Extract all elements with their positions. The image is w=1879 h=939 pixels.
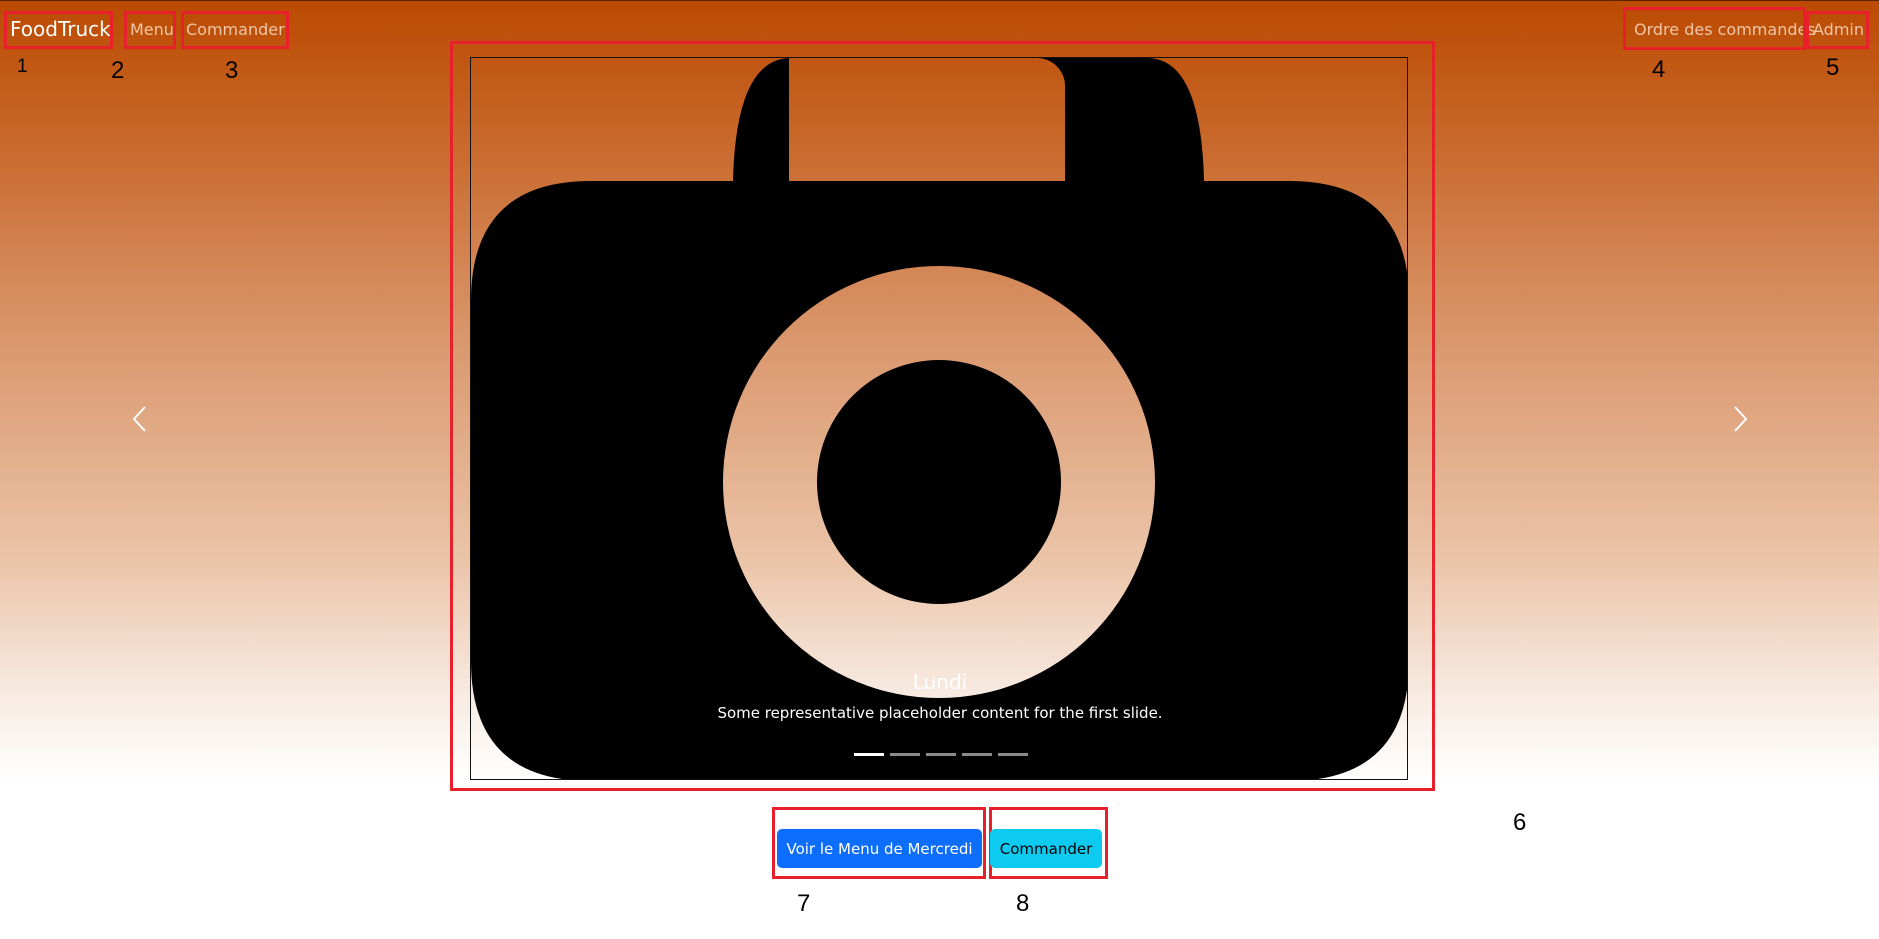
highlight-box-2 — [124, 11, 176, 49]
highlight-box-3 — [181, 11, 289, 49]
highlight-box-1 — [4, 11, 113, 49]
annotation-number: 5 — [1826, 54, 1840, 81]
commander-button[interactable]: Commander — [990, 829, 1102, 868]
chevron-left-icon[interactable] — [126, 404, 156, 434]
highlight-box-4 — [1623, 7, 1806, 50]
carousel-indicator[interactable] — [890, 753, 920, 756]
carousel-indicator[interactable] — [962, 753, 992, 756]
annotation-number: 6 — [1513, 809, 1527, 836]
carousel-indicators — [854, 753, 1028, 756]
carousel-indicator[interactable] — [854, 753, 884, 756]
carousel: Lundi Some representative placeholder co… — [470, 57, 1408, 780]
carousel-caption-text: Some representative placeholder content … — [717, 704, 1163, 722]
annotation-number: 7 — [797, 890, 811, 917]
highlight-box-5 — [1806, 11, 1869, 49]
annotation-number: 8 — [1016, 890, 1030, 917]
carousel-indicator[interactable] — [926, 753, 956, 756]
annotation-number: 1 — [17, 56, 28, 77]
chevron-right-icon[interactable] — [1724, 404, 1754, 434]
carousel-caption-title: Lundi — [912, 670, 968, 694]
annotation-number: 3 — [225, 57, 239, 84]
carousel-indicator[interactable] — [998, 753, 1028, 756]
annotation-number: 2 — [111, 57, 125, 84]
annotation-number: 4 — [1652, 56, 1666, 83]
view-wednesday-menu-button[interactable]: Voir le Menu de Mercredi — [777, 829, 982, 868]
